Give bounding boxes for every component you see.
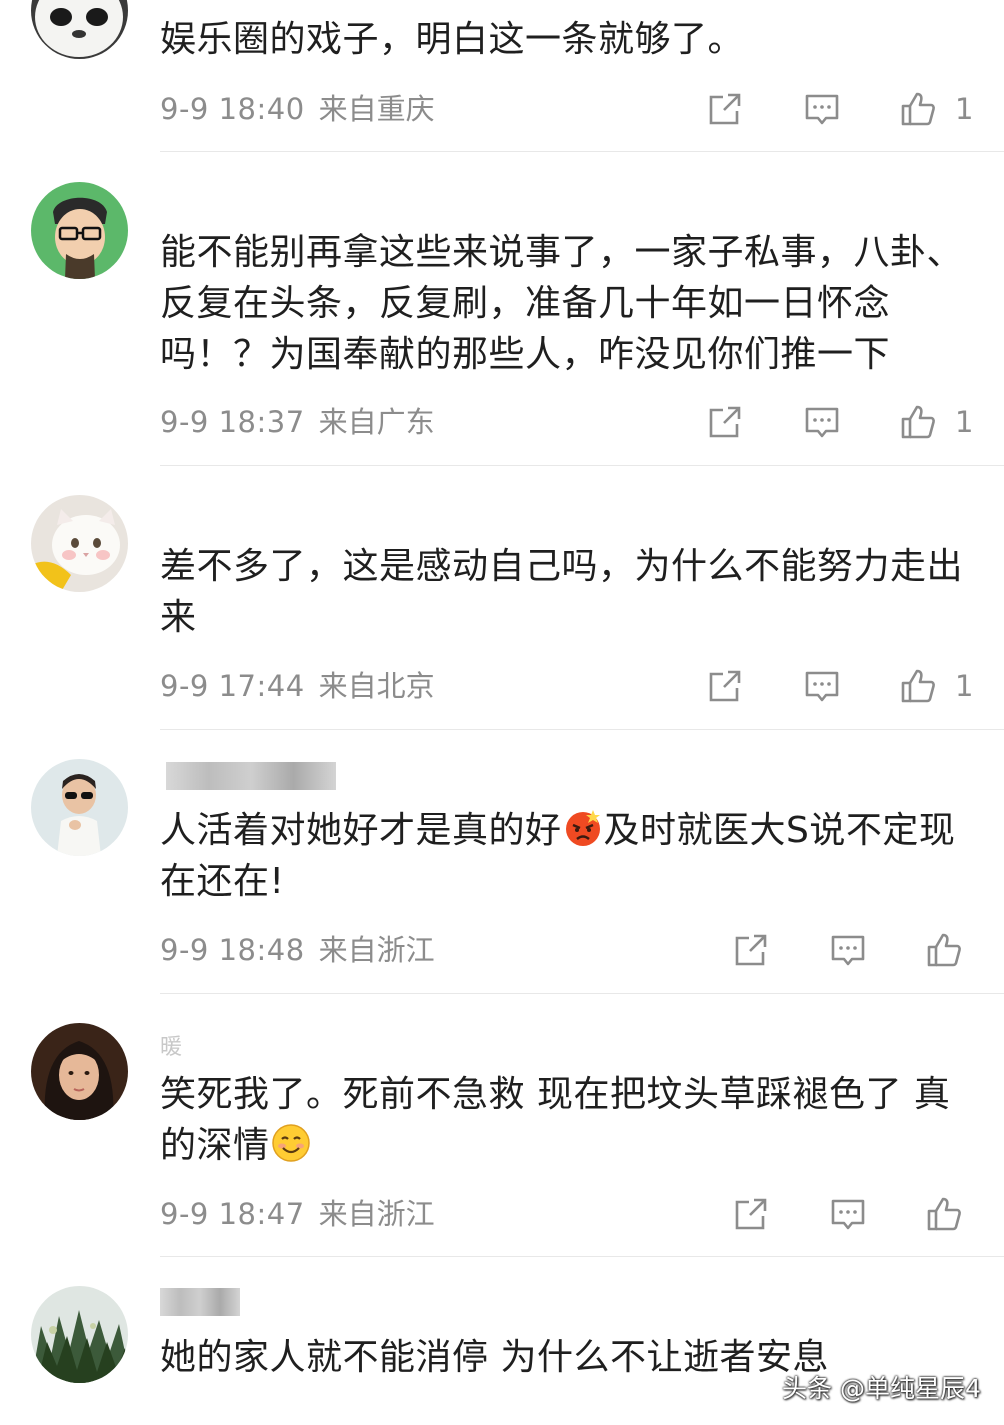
- girl-portrait-avatar-icon: [31, 1023, 128, 1120]
- white-cat-avatar-icon: [31, 495, 128, 592]
- like-count: 1: [955, 405, 974, 439]
- thumbs-up-icon[interactable]: [900, 404, 936, 440]
- username[interactable]: [160, 1288, 240, 1316]
- glasses-man-avatar-icon: [31, 182, 128, 279]
- comment-text: 能不能别再拿这些来说事了，一家子私事，八卦、反复在头条，反复刷，准备几十年如一日…: [160, 232, 964, 375]
- like-count: 1: [955, 92, 974, 126]
- comment-text: 人活着对她好才是真的好 及时就医大S说不定现在还在!: [160, 805, 980, 907]
- divider: [160, 1256, 1004, 1257]
- comment-actions: 1: [0, 402, 1004, 442]
- share-icon[interactable]: [733, 1196, 769, 1232]
- angry-face-emoji-icon: [563, 808, 603, 848]
- comment-icon[interactable]: [830, 1196, 866, 1232]
- like-count: 1: [955, 669, 974, 703]
- comment-actions: 1: [0, 89, 1004, 129]
- share-icon[interactable]: [733, 932, 769, 968]
- share-icon[interactable]: [707, 91, 743, 127]
- comment-icon[interactable]: [804, 668, 840, 704]
- comment-actions: 1: [0, 666, 1004, 706]
- user-avatar[interactable]: [31, 495, 128, 592]
- user-avatar[interactable]: [31, 182, 128, 279]
- comment-text: 差不多了，这是感动自己吗，为什么不能努力走出来: [160, 546, 964, 638]
- user-avatar[interactable]: [31, 759, 128, 856]
- comment-icon[interactable]: [830, 932, 866, 968]
- comment-actions: [0, 930, 1004, 970]
- comment-icon[interactable]: [804, 404, 840, 440]
- plants-avatar-icon: [31, 1286, 128, 1383]
- divider: [160, 151, 1004, 152]
- comment-text: 笑死我了。死前不急救 现在把坟头草踩褪色了 真的深情: [160, 1069, 980, 1171]
- child-sunglasses-avatar-icon: [31, 759, 128, 856]
- comment-text-part: 人活着对她好才是真的好: [160, 810, 562, 851]
- user-avatar[interactable]: [31, 0, 128, 59]
- comment-actions: [0, 1194, 1004, 1234]
- comment-text: 娱乐圈的戏子，明白这一条就够了。: [160, 19, 745, 60]
- thumbs-up-icon[interactable]: [926, 1196, 962, 1232]
- user-avatar[interactable]: [31, 1286, 128, 1383]
- panda-avatar-icon: [31, 0, 128, 59]
- share-icon[interactable]: [707, 404, 743, 440]
- user-avatar[interactable]: [31, 1023, 128, 1120]
- thumbs-up-icon[interactable]: [900, 668, 936, 704]
- comment-icon[interactable]: [804, 91, 840, 127]
- watermark: 头条 @单纯星辰4: [782, 1374, 981, 1403]
- divider: [160, 729, 1004, 730]
- thumbs-up-icon[interactable]: [926, 932, 962, 968]
- blurred-username: [160, 1288, 240, 1316]
- username[interactable]: [160, 762, 336, 790]
- divider: [160, 465, 1004, 466]
- divider: [160, 993, 1004, 994]
- blurred-username: [166, 762, 336, 790]
- share-icon[interactable]: [707, 668, 743, 704]
- thumbs-up-icon[interactable]: [900, 91, 936, 127]
- username[interactable]: 暖: [160, 1034, 182, 1062]
- smiling-face-emoji-icon: [271, 1123, 311, 1163]
